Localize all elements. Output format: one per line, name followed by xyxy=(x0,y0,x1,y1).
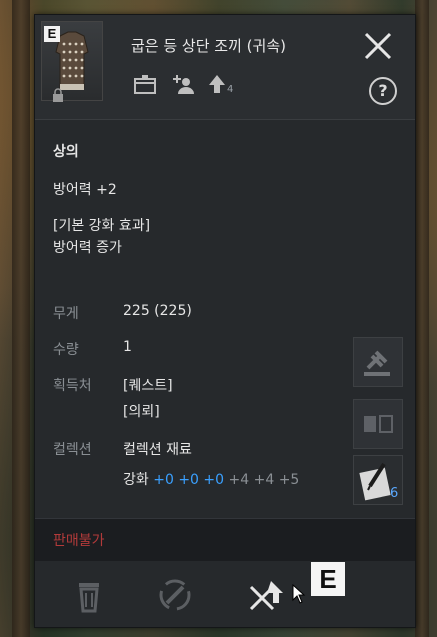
weight-value: 225 (225) xyxy=(123,303,192,319)
collection-value: 컬렉션 재료 xyxy=(123,442,192,458)
enhance-level: +0 xyxy=(178,472,199,488)
weight-label: 무게 xyxy=(53,306,79,322)
owner-icon xyxy=(173,75,194,94)
base-effect-text: 방어력 증가 xyxy=(53,240,122,256)
en-compare-button[interactable] xyxy=(353,399,403,449)
tooltip-footer xyxy=(35,561,415,627)
auction-button[interactable] xyxy=(353,337,403,387)
hotkey-e-key[interactable]: E xyxy=(311,562,345,596)
quantity-value: 1 xyxy=(123,339,132,355)
enhance-level: +4 xyxy=(253,472,275,488)
hotkey-e-badge: E xyxy=(44,26,60,42)
collection-label: 컬렉션 xyxy=(53,442,92,458)
tree-trunk xyxy=(415,0,429,637)
quest-log-button[interactable]: 6 xyxy=(353,455,403,505)
trash-icon[interactable] xyxy=(67,573,111,617)
not-sellable-text: 판매불가 xyxy=(53,533,105,549)
enhance-row: 강화 +0 +0 +0 +4 +4 +5 xyxy=(123,469,299,489)
source-request: [의뢰] xyxy=(123,404,160,420)
enhance-label: 강화 xyxy=(123,472,149,488)
enhance-crossed-swords-icon[interactable] xyxy=(243,573,287,617)
cursor-icon xyxy=(292,584,306,604)
enhance-count: 4 xyxy=(227,84,234,95)
source-label: 획득처 xyxy=(53,378,92,394)
item-tooltip-panel: E 굽은 등 상단 조끼 (귀속) ? 4 상의 방어력 +2 [기본 강화 효… xyxy=(34,14,416,628)
gavel-icon xyxy=(364,350,390,376)
lock-icon xyxy=(53,88,63,102)
item-category: 상의 xyxy=(53,144,79,160)
quantity-label: 수량 xyxy=(53,342,79,358)
defense-stat: 방어력 +2 xyxy=(53,182,117,198)
enhance-level-icon xyxy=(209,75,225,93)
item-title: 굽은 등 상단 조끼 (귀속) xyxy=(131,37,286,55)
enhance-level: +5 xyxy=(278,472,300,488)
close-icon[interactable] xyxy=(361,29,395,63)
enhance-level: +4 xyxy=(228,472,250,488)
quest-count: 6 xyxy=(390,486,399,501)
tree-trunk xyxy=(12,0,30,637)
help-icon[interactable]: ? xyxy=(369,77,397,105)
tooltip-header: E 굽은 등 상단 조끼 (귀속) ? 4 xyxy=(35,15,415,120)
enhance-level: +0 xyxy=(203,472,225,488)
source-quest: [퀘스트] xyxy=(123,378,173,394)
en-compare-icon xyxy=(364,415,393,433)
base-effect-heading: [기본 강화 효과] xyxy=(53,218,151,234)
storage-icon xyxy=(134,75,156,94)
enhance-level: +0 xyxy=(153,472,174,488)
not-sellable-bar: 판매불가 xyxy=(35,518,415,562)
repair-icon[interactable] xyxy=(153,573,197,617)
